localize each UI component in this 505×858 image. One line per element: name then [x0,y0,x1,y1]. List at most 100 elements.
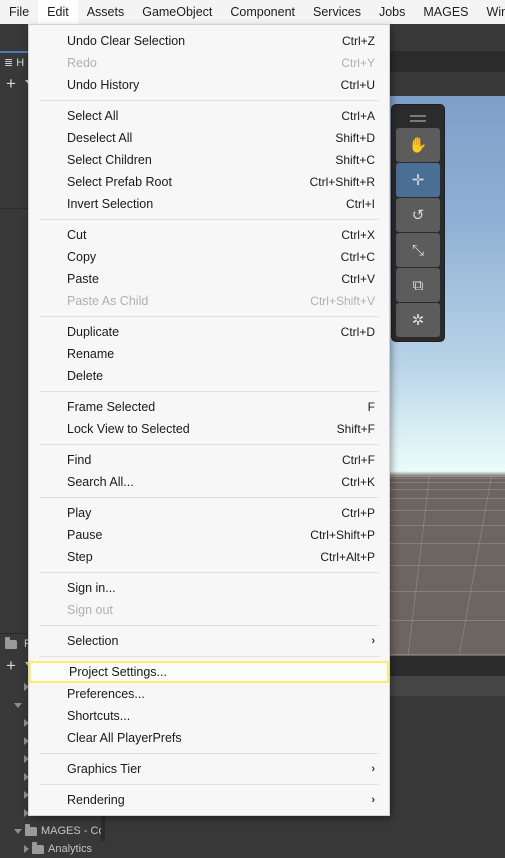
menu-item-duplicate[interactable]: Duplicate Ctrl+D [29,321,389,343]
menu-item-shortcut: Ctrl+K [341,475,375,489]
menu-item-shortcut: Ctrl+A [341,109,375,123]
menu-item-label: Copy [67,250,97,264]
menu-item-label: Select Prefab Root [67,175,172,189]
hierarchy-add-button[interactable]: + [6,75,16,92]
menu-item-paste-as-child: Paste As Child Ctrl+Shift+V [29,290,389,312]
menu-item-label: Rendering [67,793,125,807]
menu-item-label: Rename [67,347,115,361]
menu-item-cut[interactable]: Cut Ctrl+X [29,224,389,246]
menubar-item-services[interactable]: Services [304,0,370,24]
menu-item-label: Selection [67,634,119,648]
menu-item-shortcut: Ctrl+F [342,453,375,467]
menu-item-label: Project Settings... [69,665,167,679]
tab-hierarchy[interactable]: ≣ H [4,56,24,70]
menu-item-shortcut: Ctrl+V [341,272,375,286]
menu-item-label: Delete [67,369,104,383]
scale-tool-icon[interactable]: ⤡ [396,233,440,267]
folder-icon [32,841,44,854]
menu-item-select-all[interactable]: Select All Ctrl+A [29,105,389,127]
main-menubar: File Edit Assets GameObject Component Service… [0,0,505,24]
menu-item-delete[interactable]: Delete [29,365,389,387]
move-tool-icon[interactable]: ✛ [396,163,440,197]
rotate-tool-icon[interactable]: ↺ [396,198,440,232]
rect-tool-icon[interactable]: ⧉ [396,268,440,302]
menu-item-shortcut: Ctrl+Alt+P [320,550,375,564]
menu-item-select-children[interactable]: Select Children Shift+C [29,149,389,171]
menubar-item-component[interactable]: Component [221,0,304,24]
menu-separator [39,391,379,392]
menu-item-search-all[interactable]: Search All... Ctrl+K [29,471,389,493]
palette-drag-handle[interactable] [392,105,444,127]
hand-tool-icon[interactable]: ✋ [396,128,440,162]
chevron-down-icon[interactable] [14,828,22,834]
menu-separator [39,444,379,445]
menu-item-label: Preferences... [67,687,145,701]
menu-item-shortcuts[interactable]: Shortcuts... [29,705,389,727]
unity-editor-window: ≣ H + P + MAGES - CoreAnalytics Scene ▤ … [0,0,505,855]
menu-item-sign-out: Sign out [29,599,389,621]
edit-menu-dropdown[interactable]: Undo Clear Selection Ctrl+Z Redo Ctrl+Y Undo… [28,24,390,816]
menu-item-shortcut: Ctrl+D [340,325,375,339]
menubar-item-file[interactable]: File [0,0,38,24]
menu-item-find[interactable]: Find Ctrl+F [29,449,389,471]
menu-item-invert-selection[interactable]: Invert Selection Ctrl+I [29,193,389,215]
menu-item-graphics-tier[interactable]: Graphics Tier › [29,758,389,780]
menu-item-pause[interactable]: Pause Ctrl+Shift+P [29,524,389,546]
menu-item-undo-clear-selection[interactable]: Undo Clear Selection Ctrl+Z [29,30,389,52]
menu-item-shortcut: Ctrl+Shift+P [310,528,375,542]
menu-item-label: Play [67,506,92,520]
menubar-item-edit[interactable]: Edit [38,0,78,24]
menu-item-shortcut: Shift+D [335,131,375,145]
menu-item-label: Sign out [67,603,113,617]
menu-item-rendering[interactable]: Rendering › [29,789,389,811]
menu-item-play[interactable]: Play Ctrl+P [29,502,389,524]
menu-item-project-settings[interactable]: Project Settings... [29,661,389,683]
menubar-item-mages[interactable]: MAGES [414,0,477,24]
menu-item-label: Frame Selected [67,400,156,414]
folder-icon [5,636,17,649]
folder-icon [25,823,37,836]
menu-item-label: Redo [67,56,97,70]
transform-tool-icon[interactable]: ✲ [396,303,440,337]
menu-item-deselect-all[interactable]: Deselect All Shift+D [29,127,389,149]
menu-item-lock-view-to-selected[interactable]: Lock View to Selected Shift+F [29,418,389,440]
menu-separator [39,784,379,785]
menu-item-step[interactable]: Step Ctrl+Alt+P [29,546,389,568]
tree-item[interactable]: MAGES - Core [0,822,101,840]
menu-item-preferences[interactable]: Preferences... [29,683,389,705]
menu-item-select-prefab-root[interactable]: Select Prefab Root Ctrl+Shift+R [29,171,389,193]
menu-item-undo-history[interactable]: Undo History Ctrl+U [29,74,389,96]
menu-item-label: Pause [67,528,103,542]
chevron-down-icon[interactable] [14,702,22,708]
menu-separator [39,656,379,657]
menu-item-shortcut: Ctrl+Shift+R [309,175,375,189]
menu-item-label: Select All [67,109,119,123]
tree-item-label: MAGES - Core [41,825,101,837]
scene-tool-palette[interactable]: ✋ ✛ ↺ ⤡ ⧉ ✲ [391,104,445,342]
project-add-button[interactable]: + [6,657,16,674]
menu-item-label: Lock View to Selected [67,422,190,436]
menu-item-frame-selected[interactable]: Frame Selected F [29,396,389,418]
menu-item-clear-all-playerprefs[interactable]: Clear All PlayerPrefs [29,727,389,749]
chevron-right-icon[interactable] [24,845,29,854]
menubar-item-window[interactable]: Window [478,0,505,24]
menu-item-label: Select Children [67,153,152,167]
menu-item-label: Paste As Child [67,294,149,308]
menu-item-shortcut: Shift+C [335,153,375,167]
menu-item-rename[interactable]: Rename [29,343,389,365]
menu-separator [39,625,379,626]
menubar-item-jobs[interactable]: Jobs [370,0,414,24]
menu-item-copy[interactable]: Copy Ctrl+C [29,246,389,268]
chevron-right-icon: › [371,635,375,647]
menu-item-paste[interactable]: Paste Ctrl+V [29,268,389,290]
menu-item-label: Undo History [67,78,140,92]
menu-separator [39,572,379,573]
menubar-item-assets[interactable]: Assets [78,0,134,24]
menubar-item-gameobject[interactable]: GameObject [133,0,221,24]
menu-item-label: Shortcuts... [67,709,131,723]
tree-item-label: Analytics [48,843,93,855]
menu-item-selection[interactable]: Selection › [29,630,389,652]
menu-item-sign-in[interactable]: Sign in... [29,577,389,599]
tree-item[interactable]: Analytics [0,840,101,858]
menu-item-label: Paste [67,272,99,286]
